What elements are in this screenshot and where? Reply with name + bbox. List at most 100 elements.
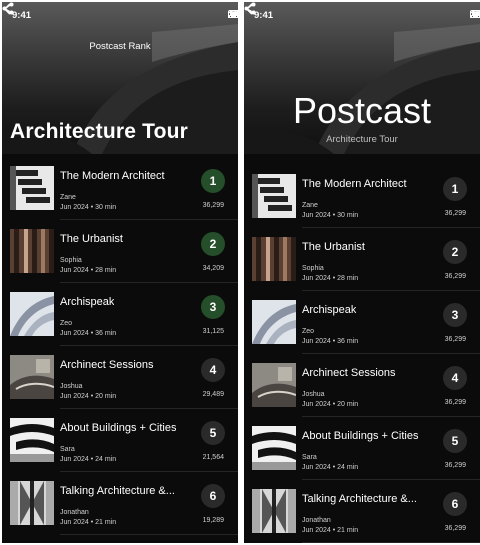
podcast-title: Archispeak [60,296,115,308]
podcast-row[interactable]: The Urbanist Sophia Jun 2024 • 28 min 2 36,2… [244,228,480,291]
podcast-meta: Jun 2024 • 24 min [302,464,358,471]
battery-icon [228,10,238,18]
podcast-cover-image [252,363,296,407]
podcast-meta: Jun 2024 • 20 min [302,401,358,408]
rank-badge: 5 [201,421,225,445]
podcast-row[interactable]: Talking Architecture &... Jonathan Jun 202… [244,480,480,543]
listen-count: 36,299 [444,399,466,406]
podcast-title: Archinect Sessions [302,367,396,379]
podcast-row[interactable]: Archinect Sessions Joshua Jun 2024 • 20 mi… [244,354,480,417]
podcast-meta: Jun 2024 • 28 min [60,267,116,274]
podcast-meta: Jun 2024 • 36 min [60,330,116,337]
podcast-duration: 21 min [337,527,359,534]
podcast-meta: Jun 2024 • 21 min [60,519,116,526]
rank-badge: 1 [443,177,467,201]
podcast-duration: 36 min [337,338,359,345]
podcast-title: The Modern Architect [302,178,407,190]
podcast-cover-image [10,355,54,399]
podcast-duration: 28 min [337,275,359,282]
podcast-title: The Urbanist [302,241,365,253]
podcast-date: Jun 2024 [302,401,331,408]
podcast-date: Jun 2024 [302,527,331,534]
podcast-row[interactable]: Archinect Sessions Joshua Jun 2024 • 20 mi… [2,346,238,409]
podcast-cover-image [10,229,54,273]
podcast-cover-image [252,489,296,533]
podcast-duration: 30 min [337,212,359,219]
listen-count: 34,209 [202,265,224,272]
podcast-author: Jonathan [302,517,331,524]
podcast-author: Zane [302,202,318,209]
podcast-cover-image [10,481,54,525]
podcast-detail-screen: 9:41 Postcast Architecture Tour The Mode… [244,2,480,543]
row-divider [60,534,238,535]
podcast-row[interactable]: About Buildings + Cities Sara Jun 2024 • 2… [2,409,238,472]
listen-count: 36,299 [444,525,466,532]
podcast-row[interactable]: The Modern Architect Zane Jun 2024 • 30 mi… [244,165,480,228]
status-time: 9:41 [12,10,32,21]
share-icon[interactable] [2,2,14,15]
podcast-date: Jun 2024 [302,212,331,219]
podcast-cover-image [252,174,296,218]
podcast-date: Jun 2024 [60,267,89,274]
podcast-author: Zeo [302,328,315,335]
listen-count: 36,299 [444,273,466,280]
podcast-title: Archinect Sessions [60,359,154,371]
brand-subtitle: Architecture Tour [326,134,398,145]
rank-badge: 2 [201,232,225,256]
podcast-duration: 21 min [95,519,117,526]
status-time: 9:41 [254,10,274,21]
podcast-duration: 24 min [337,464,359,471]
podcast-duration: 36 min [95,330,117,337]
share-icon[interactable] [244,2,256,15]
rank-badge: 6 [443,492,467,516]
podcast-row[interactable]: Archispeak Zeo Jun 2024 • 36 min 3 36,299 [244,291,480,354]
podcast-title: Talking Architecture &... [302,493,417,505]
podcast-meta: Jun 2024 • 30 min [60,204,116,211]
podcast-meta: Jun 2024 • 21 min [302,527,358,534]
hero-banner: 9:41 Postcast Architecture Tour [244,2,480,154]
listen-count: 36,299 [444,336,466,343]
podcast-cover-image [10,166,54,210]
rank-badge: 3 [443,303,467,327]
podcast-title: About Buildings + Cities [60,422,177,434]
listen-count: 36,299 [444,210,466,217]
podcast-date: Jun 2024 [60,393,89,400]
battery-icon [470,10,480,18]
podcast-duration: 20 min [337,401,359,408]
podcast-row[interactable]: Archispeak Zeo Jun 2024 • 36 min 3 31,125 [2,283,238,346]
rank-badge: 5 [443,429,467,453]
podcast-cover-image [252,426,296,470]
listen-count: 29,489 [202,391,224,398]
podcast-duration: 24 min [95,456,117,463]
podcast-author: Jonathan [60,509,89,516]
podcast-rank-screen: 9:41 Postcast Rank Architecture Tour The… [2,2,238,543]
podcast-meta: Jun 2024 • 30 min [302,212,358,219]
podcast-author: Sara [60,446,75,453]
podcast-row[interactable]: Talking Architecture &... Jonathan Jun 202… [2,472,238,535]
podcast-duration: 28 min [95,267,117,274]
podcast-duration: 30 min [95,204,117,211]
podcast-row[interactable]: The Urbanist Sophia Jun 2024 • 28 min 2 34,2… [2,220,238,283]
hero-banner: 9:41 Postcast Rank Architecture Tour [2,2,238,154]
podcast-row[interactable]: The Modern Architect Zane Jun 2024 • 30 mi… [2,157,238,220]
podcast-date: Jun 2024 [60,204,89,211]
podcast-author: Sophia [60,257,82,264]
rank-badge: 2 [443,240,467,264]
podcast-author: Zane [60,194,76,201]
listen-count: 31,125 [202,328,224,335]
podcast-title: Talking Architecture &... [60,485,175,497]
listen-count: 21,564 [202,454,224,461]
rank-badge: 4 [201,358,225,382]
page-title: Architecture Tour [10,120,189,143]
podcast-cover-image [252,237,296,281]
podcast-author: Sara [302,454,317,461]
podcast-author: Joshua [302,391,325,398]
podcast-cover-image [10,292,54,336]
rank-badge: 1 [201,169,225,193]
podcast-duration: 20 min [95,393,117,400]
nav-title: Postcast Rank [89,41,151,52]
podcast-date: Jun 2024 [302,338,331,345]
podcast-row[interactable]: About Buildings + Cities Sara Jun 2024 • 2… [244,417,480,480]
podcast-date: Jun 2024 [60,330,89,337]
podcast-meta: Jun 2024 • 20 min [60,393,116,400]
